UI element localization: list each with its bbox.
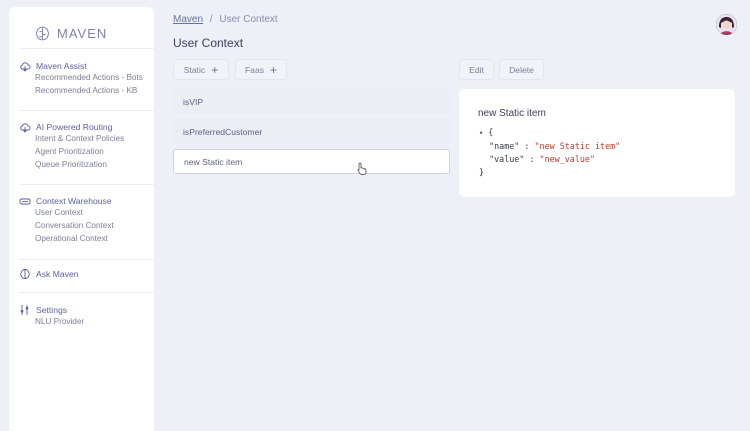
json-close-brace: } xyxy=(479,167,485,177)
avatar[interactable] xyxy=(716,14,737,35)
add-static-button[interactable]: Static + xyxy=(173,59,229,80)
list-item-ispreferredcustomer[interactable]: isPreferredCustomer xyxy=(173,119,450,144)
json-value: "new Static item" xyxy=(534,141,621,151)
breadcrumb-current: User Context xyxy=(219,14,278,25)
sidebar-item-ask-maven[interactable]: Ask Maven xyxy=(36,269,79,279)
sidebar-section-context-warehouse: Context Warehouse User Context Conversat… xyxy=(19,195,154,245)
sidebar-item-recommended-actions-bots[interactable]: Recommended Actions - Bots xyxy=(35,72,154,85)
sidebar-item-context-warehouse[interactable]: Context Warehouse xyxy=(36,196,112,206)
breadcrumb: Maven / User Context xyxy=(173,14,278,25)
sidebar-section-ai-routing: AI Powered Routing Intent & Context Poli… xyxy=(19,121,154,171)
divider xyxy=(19,292,154,293)
sidebar-item-conversation-context[interactable]: Conversation Context xyxy=(35,220,154,233)
hand-cursor-icon xyxy=(357,162,367,175)
logo-text: MAVEN xyxy=(57,26,108,41)
add-faas-button[interactable]: Faas + xyxy=(235,59,287,80)
sidebar-item-agent-prioritization[interactable]: Agent Prioritization xyxy=(35,146,154,159)
plus-icon: + xyxy=(270,62,278,77)
sidebar: MAVEN Maven Assist Recommended Actions -… xyxy=(9,7,154,431)
divider xyxy=(19,184,154,185)
brain-icon xyxy=(20,269,30,279)
json-viewer: ▾ { "name" : "new Static item" "value" :… xyxy=(479,127,621,177)
sidebar-item-ai-powered-routing[interactable]: AI Powered Routing xyxy=(36,122,112,132)
sidebar-section-ask-maven: Ask Maven xyxy=(19,268,154,280)
delete-button[interactable]: Delete xyxy=(499,59,544,80)
json-key: "name" xyxy=(489,141,520,151)
sidebar-item-maven-assist[interactable]: Maven Assist xyxy=(36,61,87,71)
sidebar-item-recommended-actions-kb[interactable]: Recommended Actions - KB xyxy=(35,85,154,98)
database-icon xyxy=(19,198,31,205)
json-key: "value" xyxy=(489,154,525,164)
json-value: "new_value" xyxy=(539,154,595,164)
collapse-caret-icon[interactable]: ▾ xyxy=(479,129,483,137)
sidebar-section-maven-assist: Maven Assist Recommended Actions - Bots … xyxy=(19,60,154,98)
sidebar-item-intent-context-policies[interactable]: Intent & Context Policies xyxy=(35,133,154,146)
edit-button[interactable]: Edit xyxy=(459,59,494,80)
sidebar-item-user-context[interactable]: User Context xyxy=(35,207,154,220)
faas-label: Faas xyxy=(244,64,265,75)
page-title: User Context xyxy=(173,36,244,50)
sidebar-section-settings: Settings NLU Provider xyxy=(19,304,154,329)
logo[interactable]: MAVEN xyxy=(34,25,107,42)
list-item-new-static-item[interactable]: new Static item xyxy=(173,149,450,174)
breadcrumb-separator: / xyxy=(209,14,213,25)
static-label: Static xyxy=(183,64,206,75)
sidebar-item-settings[interactable]: Settings xyxy=(36,305,67,315)
list-item-isvip[interactable]: isVIP xyxy=(173,89,450,114)
user-avatar-icon xyxy=(716,14,737,35)
sidebar-item-operational-context[interactable]: Operational Context xyxy=(35,233,154,246)
divider xyxy=(19,259,154,260)
settings-sliders-icon xyxy=(20,305,29,315)
plus-icon: + xyxy=(211,62,219,77)
sidebar-item-nlu-provider[interactable]: NLU Provider xyxy=(35,316,154,329)
cloud-icon xyxy=(20,62,31,72)
divider xyxy=(19,110,154,111)
json-open-brace: { xyxy=(488,127,494,137)
detail-panel: new Static item ▾ { "name" : "new Static… xyxy=(459,89,735,197)
sidebar-item-queue-prioritization[interactable]: Queue Prioritization xyxy=(35,159,154,172)
breadcrumb-link-maven[interactable]: Maven xyxy=(173,14,203,25)
divider xyxy=(19,48,154,49)
cloud-icon xyxy=(20,123,31,133)
brain-logo-icon xyxy=(35,26,50,41)
detail-title: new Static item xyxy=(478,108,546,119)
